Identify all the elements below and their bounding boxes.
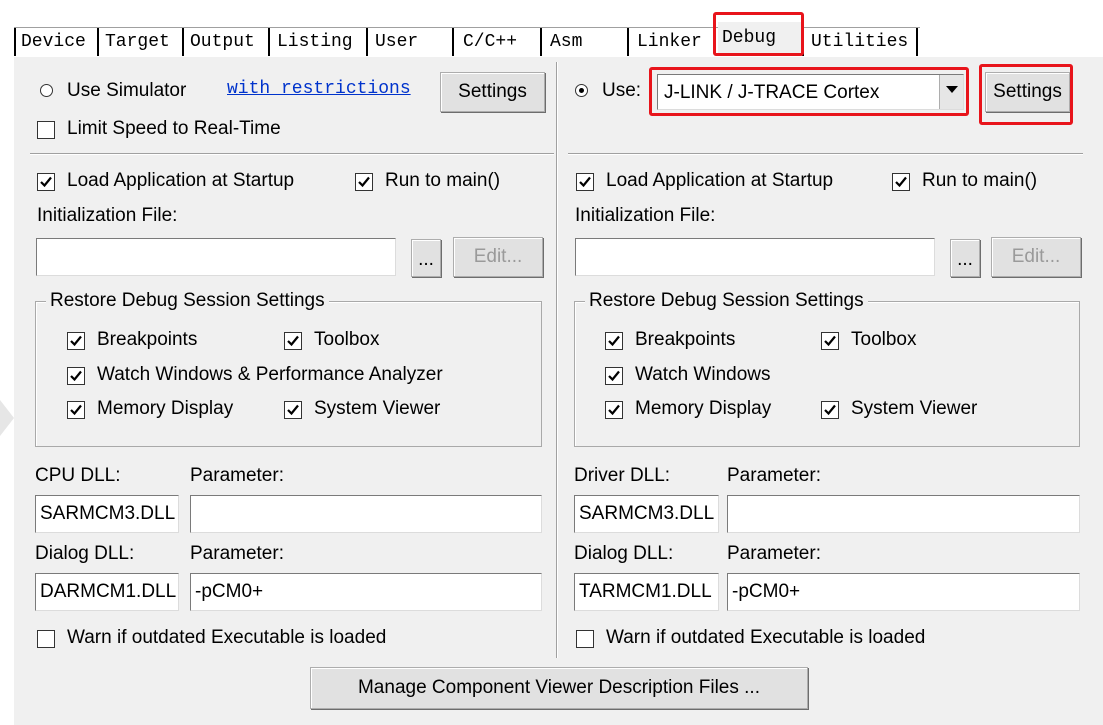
use-simulator-radio[interactable] xyxy=(40,84,53,97)
limit-speed-checkbox[interactable] xyxy=(37,121,55,139)
right-dialog-param-input[interactable]: -pCM0+ xyxy=(727,573,1080,611)
left-toolbox-label: Toolbox xyxy=(314,329,380,350)
driver-dll-param-label: Parameter: xyxy=(727,465,821,486)
tab-utilities[interactable]: Utilities xyxy=(807,28,915,56)
vertical-divider xyxy=(556,62,557,658)
right-horizontal-divider xyxy=(568,153,1083,154)
left-memory-label: Memory Display xyxy=(97,398,234,419)
tab-linker[interactable]: Linker xyxy=(633,28,713,56)
left-restore-title: Restore Debug Session Settings xyxy=(46,290,329,312)
left-browse-button[interactable]: ... xyxy=(411,239,441,277)
edge-decoration xyxy=(0,400,14,436)
left-edit-button[interactable]: Edit... xyxy=(453,237,543,277)
use-debugger-radio[interactable] xyxy=(575,84,588,97)
driver-dll-param-input[interactable] xyxy=(727,495,1080,533)
right-run-main-label: Run to main() xyxy=(922,170,1038,191)
left-sysviewer-label: System Viewer xyxy=(314,398,441,419)
right-browse-button[interactable]: ... xyxy=(950,239,980,277)
tab-separator xyxy=(802,28,804,56)
cpu-dll-param-label: Parameter: xyxy=(190,465,284,486)
left-warn-label: Warn if outdated Executable is loaded xyxy=(67,627,387,648)
tab-separator xyxy=(97,28,99,56)
driver-dll-input[interactable]: SARMCM3.DLL xyxy=(574,495,719,533)
use-simulator-label: Use Simulator xyxy=(67,80,187,101)
debugger-settings-button[interactable]: Settings xyxy=(985,72,1070,112)
right-init-file-label: Initialization File: xyxy=(575,205,716,226)
chevron-down-icon[interactable] xyxy=(939,75,963,109)
tab-separator xyxy=(452,28,454,56)
left-breakpoints-label: Breakpoints xyxy=(97,329,198,350)
tab-user[interactable]: User xyxy=(371,28,451,56)
cpu-dll-input[interactable]: SARMCM3.DLL xyxy=(35,495,179,533)
debugger-select-value: J-LINK / J-TRACE Cortex xyxy=(664,82,880,103)
tab-cpp[interactable]: C/C++ xyxy=(459,28,539,56)
manage-component-viewer-button[interactable]: Manage Component Viewer Description File… xyxy=(310,667,808,709)
left-load-app-checkbox[interactable] xyxy=(37,173,55,191)
left-horizontal-divider xyxy=(30,153,554,154)
tab-listing[interactable]: Listing xyxy=(273,28,365,56)
right-dialog-param-label: Parameter: xyxy=(727,543,821,564)
right-warn-label: Warn if outdated Executable is loaded xyxy=(606,627,926,648)
tab-separator xyxy=(268,28,270,56)
tab-debug[interactable]: Debug xyxy=(718,22,802,56)
left-load-app-label: Load Application at Startup xyxy=(67,170,295,191)
left-dialog-param-label: Parameter: xyxy=(190,543,284,564)
tab-separator xyxy=(14,28,16,56)
tab-asm[interactable]: Asm xyxy=(546,28,626,56)
left-watch-checkbox[interactable] xyxy=(67,367,85,385)
tab-separator xyxy=(182,28,184,56)
use-label: Use: xyxy=(602,80,642,101)
right-dialog-dll-label: Dialog DLL: xyxy=(574,543,674,564)
left-dialog-param-input[interactable]: -pCM0+ xyxy=(190,573,542,611)
limit-speed-label: Limit Speed to Real-Time xyxy=(67,118,281,139)
tab-output[interactable]: Output xyxy=(186,28,266,56)
right-run-main-checkbox[interactable] xyxy=(892,173,910,191)
left-breakpoints-checkbox[interactable] xyxy=(67,332,85,350)
tab-separator xyxy=(916,28,918,56)
left-init-file-label: Initialization File: xyxy=(37,205,178,226)
tab-separator xyxy=(540,28,542,56)
right-warn-checkbox[interactable] xyxy=(576,630,594,648)
tab-separator xyxy=(627,28,629,56)
cpu-dll-label: CPU DLL: xyxy=(35,465,121,486)
right-init-file-input[interactable] xyxy=(575,238,935,276)
right-dialog-dll-input[interactable]: TARMCM1.DLL xyxy=(574,573,719,611)
left-run-main-checkbox[interactable] xyxy=(355,173,373,191)
left-dialog-dll-label: Dialog DLL: xyxy=(35,543,135,564)
left-dialog-dll-input[interactable]: DARMCM1.DLL xyxy=(35,573,179,611)
debugger-select[interactable]: J-LINK / J-TRACE Cortex xyxy=(657,74,964,110)
tab-device[interactable]: Device xyxy=(17,28,97,56)
left-run-main-label: Run to main() xyxy=(385,170,501,191)
right-watch-checkbox[interactable] xyxy=(605,367,623,385)
right-breakpoints-checkbox[interactable] xyxy=(605,332,623,350)
right-load-app-checkbox[interactable] xyxy=(576,173,594,191)
tab-strip: Device Target Output Listing User C/C++ … xyxy=(0,0,1103,62)
tab-separator xyxy=(366,28,368,56)
simulator-settings-button[interactable]: Settings xyxy=(440,72,545,112)
restrictions-link[interactable]: with restrictions xyxy=(227,78,411,100)
right-breakpoints-label: Breakpoints xyxy=(635,329,736,350)
right-toolbox-checkbox[interactable] xyxy=(821,332,839,350)
left-watch-label: Watch Windows & Performance Analyzer xyxy=(97,364,443,385)
left-sysviewer-checkbox[interactable] xyxy=(284,401,302,419)
right-load-app-label: Load Application at Startup xyxy=(606,170,834,191)
driver-dll-label: Driver DLL: xyxy=(574,465,671,486)
left-init-file-input[interactable] xyxy=(36,238,396,276)
left-warn-checkbox[interactable] xyxy=(37,630,55,648)
right-restore-title: Restore Debug Session Settings xyxy=(585,290,868,312)
right-sysviewer-checkbox[interactable] xyxy=(821,401,839,419)
right-edit-button[interactable]: Edit... xyxy=(991,237,1081,277)
right-memory-label: Memory Display xyxy=(635,398,772,419)
cpu-dll-param-input[interactable] xyxy=(190,495,542,533)
right-sysviewer-label: System Viewer xyxy=(851,398,978,419)
right-watch-label: Watch Windows xyxy=(635,364,771,385)
tab-target[interactable]: Target xyxy=(101,28,181,56)
left-toolbox-checkbox[interactable] xyxy=(284,332,302,350)
right-toolbox-label: Toolbox xyxy=(851,329,917,350)
right-memory-checkbox[interactable] xyxy=(605,401,623,419)
left-memory-checkbox[interactable] xyxy=(67,401,85,419)
